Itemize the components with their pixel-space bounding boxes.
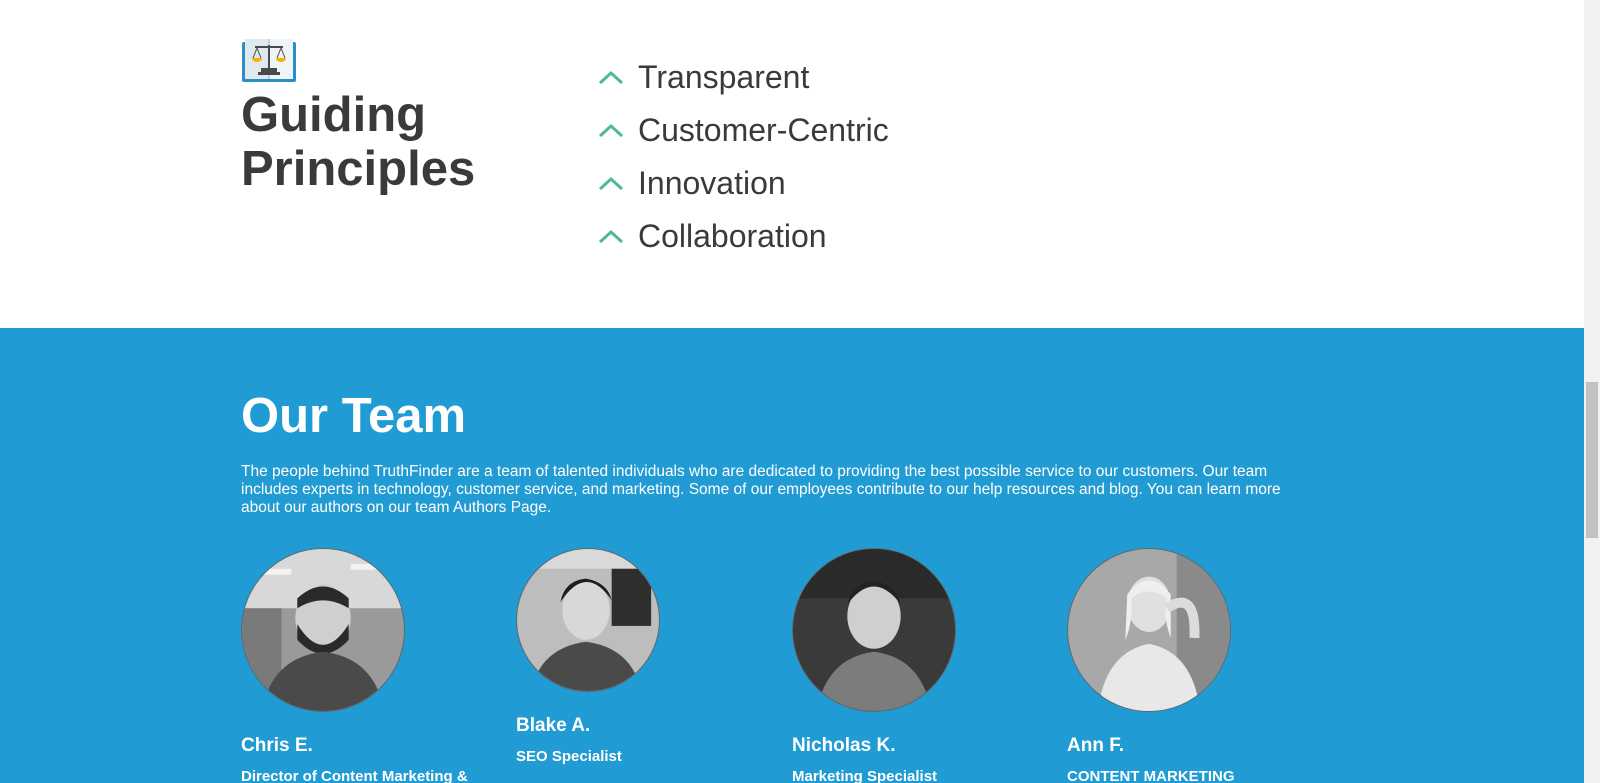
our-team-section: Our Team The people behind TruthFinder a… xyxy=(0,328,1584,783)
member-name: Chris E. xyxy=(241,735,313,756)
avatar xyxy=(516,548,660,692)
chevron-up-icon xyxy=(598,123,624,137)
member-role: SEO Specialist xyxy=(516,748,622,765)
member-role: CONTENT MARKETING xyxy=(1067,768,1235,783)
avatar xyxy=(792,548,956,712)
team-member-card[interactable]: Nicholas K. Marketing Specialist xyxy=(792,548,1052,783)
avatar xyxy=(1067,548,1231,712)
vertical-scrollbar[interactable] xyxy=(1584,0,1600,783)
principle-label: Transparent xyxy=(638,58,810,95)
principle-label: Customer-Centric xyxy=(638,111,889,148)
member-name: Blake A. xyxy=(516,715,591,736)
team-heading: Our Team xyxy=(241,389,467,443)
chevron-up-icon xyxy=(598,176,624,190)
principle-label: Collaboration xyxy=(638,217,827,254)
principle-item: Transparent xyxy=(598,50,889,103)
member-role: Director of Content Marketing & xyxy=(241,768,468,783)
team-description: The people behind TruthFinder are a team… xyxy=(241,463,1281,516)
team-member-card[interactable]: Ann F. CONTENT MARKETING xyxy=(1067,548,1327,783)
principle-item: Collaboration xyxy=(598,209,889,262)
principles-list: Transparent Customer-Centric Innovation … xyxy=(598,50,889,262)
member-name: Ann F. xyxy=(1067,735,1124,756)
guiding-principles-section: Guiding Principles Transparent Customer-… xyxy=(0,0,1584,328)
principle-item: Innovation xyxy=(598,156,889,209)
team-member-card[interactable]: Chris E. Director of Content Marketing & xyxy=(241,548,501,783)
member-role: Marketing Specialist xyxy=(792,768,938,783)
scale-book-icon xyxy=(242,39,296,82)
chevron-up-icon xyxy=(598,229,624,243)
member-name: Nicholas K. xyxy=(792,735,896,756)
avatar xyxy=(241,548,405,712)
principle-item: Customer-Centric xyxy=(598,103,889,156)
principles-heading: Guiding Principles xyxy=(241,88,476,196)
team-member-card[interactable]: Blake A. SEO Specialist xyxy=(516,548,776,765)
scrollbar-thumb[interactable] xyxy=(1586,382,1598,538)
principle-label: Innovation xyxy=(638,164,786,201)
chevron-up-icon xyxy=(598,70,624,84)
